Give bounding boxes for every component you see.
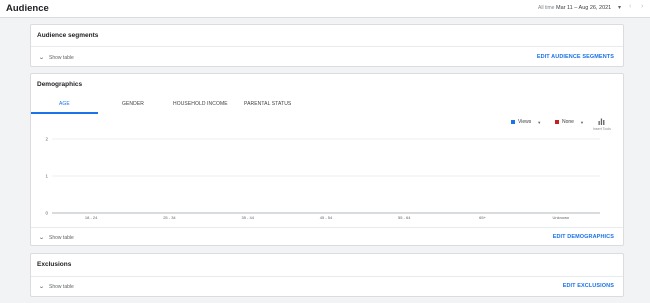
divider [31,276,623,277]
edit-exclusions-button[interactable]: EDIT EXCLUSIONS [563,283,614,289]
y-tick-label: 2 [45,137,48,142]
y-tick-label: 0 [45,211,48,216]
x-tick-label: 35 - 44 [241,215,254,220]
y-tick-label: 1 [45,174,48,179]
exclusions-card: Exclusions ⌄ Show table EDIT EXCLUSIONS [30,253,624,297]
x-tick-label: 25 - 34 [163,215,176,220]
x-tick-label: 45 - 54 [320,215,333,220]
show-table-toggle[interactable]: ⌄ Show table [38,283,74,291]
show-table-label: Show table [49,283,74,290]
x-tick-label: 65+ [479,215,486,220]
x-tick-label: 55 - 64 [398,215,411,220]
card-title: Exclusions [37,261,72,268]
x-tick-label: 18 - 24 [85,215,98,220]
x-tick-label: Unknown [553,215,570,220]
chevron-down-icon: ⌄ [38,284,45,290]
